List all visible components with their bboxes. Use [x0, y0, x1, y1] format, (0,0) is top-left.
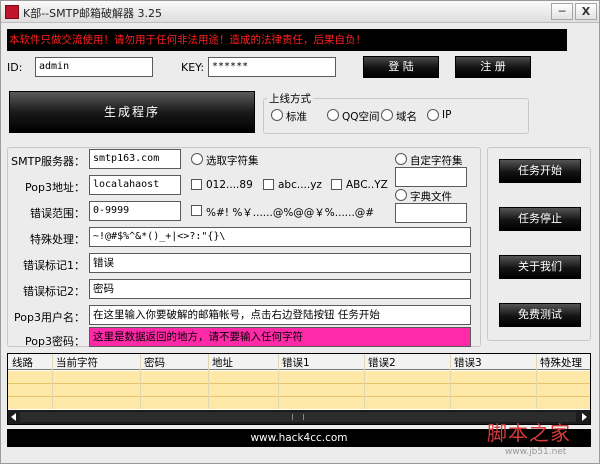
error-mark2-label: 错误标记2：: [23, 285, 85, 298]
radio-standard-label: 标准: [286, 111, 307, 123]
column-separator: [364, 354, 365, 409]
window-title: K部--SMTP邮箱破解器 3.25: [23, 7, 162, 20]
dictionary-file-input[interactable]: [395, 203, 467, 223]
special-handling-input[interactable]: ~!@#$%^&*()_+|<>?:"{}\: [89, 227, 471, 247]
smtp-input[interactable]: smtp163.com: [89, 149, 181, 169]
column-header-error2[interactable]: 错误2: [368, 355, 396, 370]
generate-button[interactable]: 生成程序: [9, 91, 255, 133]
radio-ip-label: IP: [442, 109, 452, 121]
radio-standard[interactable]: [271, 109, 283, 121]
title-bar[interactable]: K部--SMTP邮箱破解器 3.25 ─ X: [1, 1, 599, 23]
column-separator: [450, 354, 451, 409]
column-header-error1[interactable]: 错误1: [282, 355, 310, 370]
login-button[interactable]: 登 陆: [363, 56, 439, 78]
radio-custom-charset-label: 自定字符集: [410, 155, 463, 167]
table-body[interactable]: [8, 354, 590, 409]
checkbox-symbols-label: %#! %￥......@%@@￥%......@#: [206, 207, 375, 219]
key-label: KEY:: [181, 61, 205, 74]
app-icon: [5, 5, 19, 19]
column-header-error3[interactable]: 错误3: [454, 355, 482, 370]
pop3-address-input[interactable]: localahaost: [89, 175, 181, 195]
checkbox-uppercase[interactable]: [331, 179, 342, 190]
special-handling-label: 特殊处理：: [30, 233, 85, 246]
radio-domain[interactable]: [381, 109, 393, 121]
register-button[interactable]: 注 册: [455, 56, 531, 78]
pop3-username-label: Pop3用户名：: [14, 311, 85, 324]
pop3-password-label: Pop3密码：: [25, 335, 85, 348]
radio-qq-space[interactable]: [327, 109, 339, 121]
row-separator: [8, 396, 590, 397]
radio-qq-space-label: QQ空间: [342, 111, 380, 123]
start-task-button[interactable]: 任务开始: [499, 159, 581, 183]
app-window: K部--SMTP邮箱破解器 3.25 ─ X 本软件只做交流使用！请勿用于任何非…: [0, 0, 600, 464]
error-mark1-input[interactable]: 错误: [89, 253, 471, 273]
column-header-line[interactable]: 线路: [12, 355, 33, 370]
column-separator: [536, 354, 537, 409]
pop3-address-label: Pop3地址：: [25, 181, 85, 194]
error-range-label: 错误范围：: [30, 207, 85, 220]
column-separator: [140, 354, 141, 409]
free-test-button[interactable]: 免费测试: [499, 303, 581, 327]
watermark-logo: 脚本之家 www.jb51.net: [487, 417, 597, 461]
radio-select-charset-label: 选取字符集: [206, 155, 259, 167]
column-header-address[interactable]: 地址: [212, 355, 233, 370]
column-separator: [208, 354, 209, 409]
checkbox-symbols[interactable]: [191, 205, 202, 216]
checkbox-lowercase-label: abc....yz: [278, 179, 322, 191]
id-input[interactable]: admin: [35, 57, 153, 77]
column-header-current-char[interactable]: 当前字符: [56, 355, 98, 370]
row-separator: [8, 383, 590, 384]
column-separator: [278, 354, 279, 409]
minimize-button[interactable]: ─: [551, 3, 573, 20]
custom-charset-input[interactable]: [395, 167, 467, 187]
radio-select-charset[interactable]: [191, 153, 203, 165]
table-header: 线路 当前字符 密码 地址 错误1 错误2 错误3 特殊处理: [8, 354, 590, 370]
column-header-password[interactable]: 密码: [144, 355, 165, 370]
radio-ip[interactable]: [427, 109, 439, 121]
smtp-label: SMTP服务器：: [11, 155, 85, 168]
pop3-username-input[interactable]: 在这里输入你要破解的邮箱帐号，点击右边登陆按钮 任务开始: [89, 305, 471, 325]
error-range-input[interactable]: 0-9999: [89, 201, 181, 221]
online-mode-title: 上线方式: [267, 91, 313, 106]
checkbox-digits[interactable]: [191, 179, 202, 190]
results-table[interactable]: 线路 当前字符 密码 地址 错误1 错误2 错误3 特殊处理: [7, 353, 591, 425]
watermark-url: www.jb51.net: [505, 447, 567, 457]
watermark-text: 脚本之家: [487, 421, 571, 445]
checkbox-lowercase[interactable]: [263, 179, 274, 190]
checkbox-uppercase-label: ABC..YZ: [346, 179, 388, 191]
pop3-password-input[interactable]: 这里是数据返回的地方，请不要输入任何字符: [89, 327, 471, 347]
radio-dictionary-file-label: 字典文件: [410, 191, 452, 203]
close-button[interactable]: X: [575, 3, 597, 20]
column-header-special[interactable]: 特殊处理: [540, 355, 582, 370]
radio-dictionary-file[interactable]: [395, 189, 407, 201]
scroll-left-icon[interactable]: [11, 413, 16, 421]
id-label: ID:: [7, 61, 23, 74]
column-separator: [52, 354, 53, 409]
stop-task-button[interactable]: 任务停止: [499, 207, 581, 231]
grip-icon: [292, 414, 304, 420]
about-us-button[interactable]: 关于我们: [499, 255, 581, 279]
checkbox-digits-label: 012....89: [206, 179, 253, 191]
error-mark2-input[interactable]: 密码: [89, 279, 471, 299]
warning-banner: 本软件只做交流使用！请勿用于任何非法用途！造成的法律责任，后果自负！: [7, 29, 567, 51]
error-mark1-label: 错误标记1：: [23, 259, 85, 272]
radio-domain-label: 域名: [396, 111, 417, 123]
radio-custom-charset[interactable]: [395, 153, 407, 165]
key-input[interactable]: ******: [208, 57, 336, 77]
